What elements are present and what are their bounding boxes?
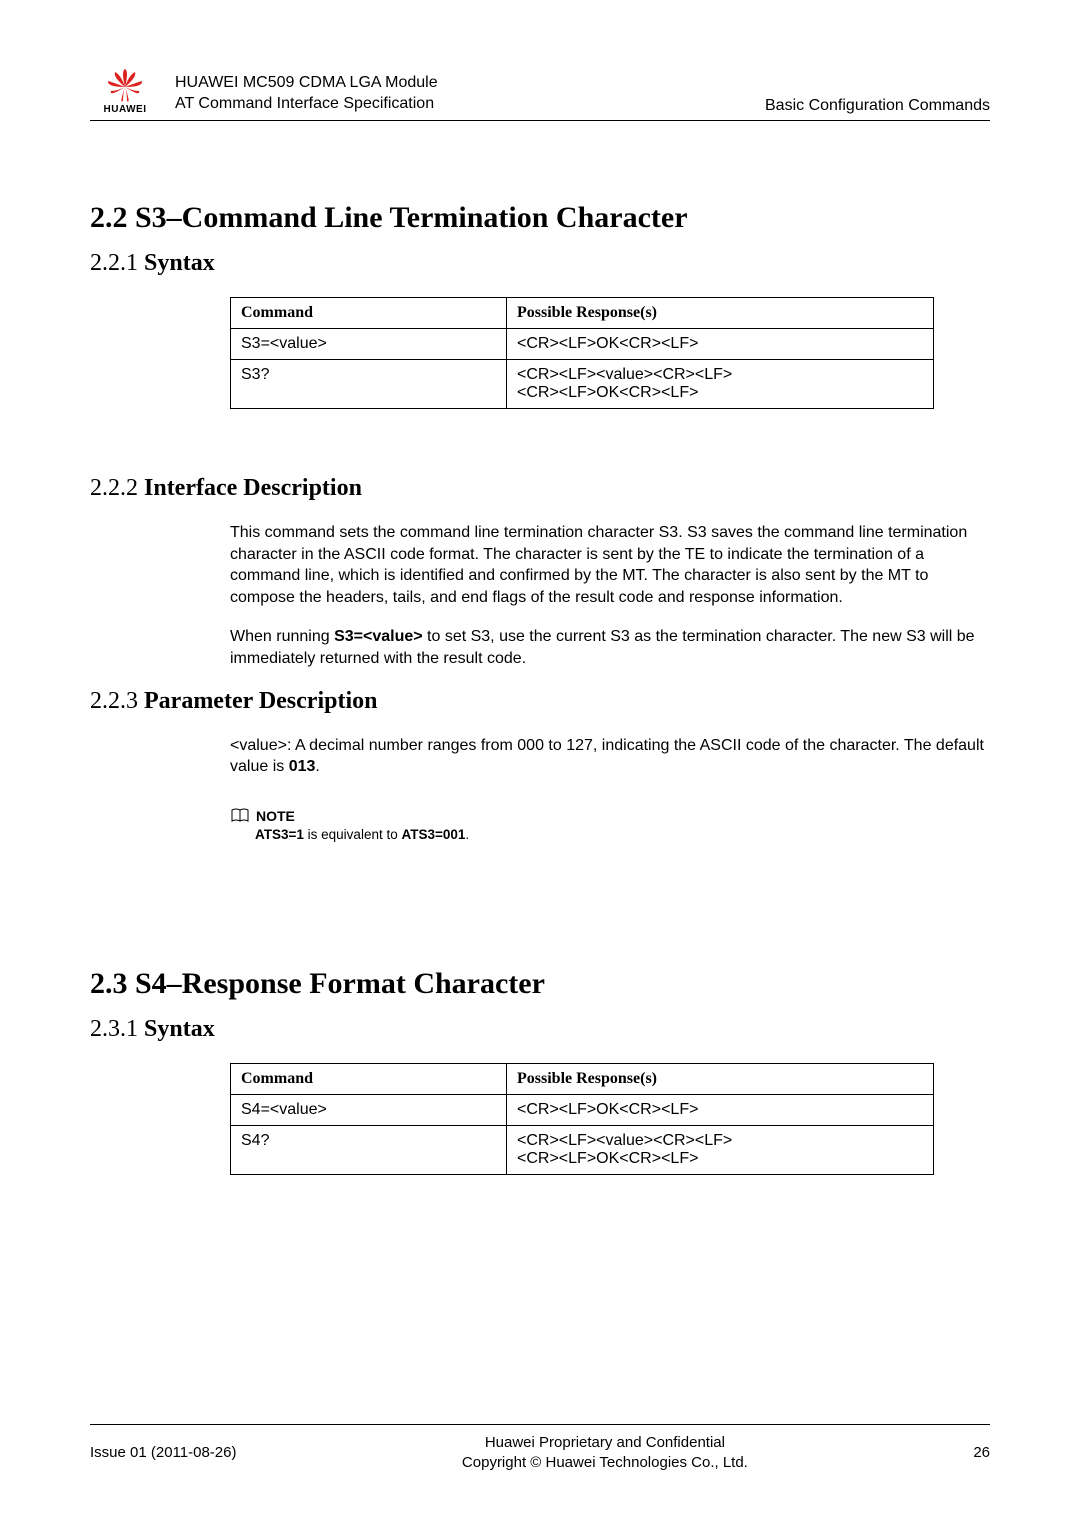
page-footer: Issue 01 (2011-08-26) Huawei Proprietary…	[90, 1424, 990, 1472]
cell-resp-s3-query: <CR><LF><value><CR><LF> <CR><LF>OK<CR><L…	[507, 360, 934, 409]
cell-cmd-s3-query: S3?	[231, 360, 507, 409]
th-responses: Possible Response(s)	[507, 298, 934, 329]
heading-2-2-1: 2.2.1 Syntax	[90, 250, 990, 277]
note-text: ATS3=1 is equivalent to ATS3=001.	[255, 827, 990, 842]
footer-page-number: 26	[973, 1444, 990, 1461]
table-s3-syntax: Command Possible Response(s) S3=<value> …	[230, 297, 934, 409]
page-header: HUAWEI HUAWEI MC509 CDMA LGA Module AT C…	[90, 60, 990, 121]
cell-cmd-s3-set: S3=<value>	[231, 329, 507, 360]
th-command: Command	[231, 1063, 507, 1094]
heading-2-2-3: 2.2.3 Parameter Description	[90, 688, 990, 715]
footer-issue: Issue 01 (2011-08-26)	[90, 1444, 236, 1461]
header-chapter: Basic Configuration Commands	[765, 97, 990, 115]
note-block: NOTE ATS3=1 is equivalent to ATS3=001.	[230, 808, 990, 842]
heading-2-3: 2.3 S4–Response Format Character	[90, 967, 990, 1001]
heading-2-2-2: 2.2.2 Interface Description	[90, 475, 990, 502]
th-command: Command	[231, 298, 507, 329]
p-param-desc: <value>: A decimal number ranges from 00…	[230, 735, 990, 778]
heading-2-3-1: 2.3.1 Syntax	[90, 1016, 990, 1043]
cell-cmd-s4-query: S4?	[231, 1125, 507, 1174]
heading-2-2: 2.2 S3–Command Line Termination Characte…	[90, 201, 990, 235]
huawei-petal-icon	[105, 69, 145, 104]
note-label: NOTE	[256, 808, 295, 824]
doc-title-line2: AT Command Interface Specification	[175, 94, 765, 115]
cell-cmd-s4-set: S4=<value>	[231, 1094, 507, 1125]
header-doc-title: HUAWEI MC509 CDMA LGA Module AT Command …	[175, 73, 765, 115]
p-interface-desc-2: When running S3=<value> to set S3, use t…	[230, 626, 990, 669]
footer-center: Huawei Proprietary and Confidential Copy…	[236, 1433, 973, 1472]
p-interface-desc-1: This command sets the command line termi…	[230, 522, 990, 608]
logo-label: HUAWEI	[104, 104, 147, 115]
th-responses: Possible Response(s)	[507, 1063, 934, 1094]
table-s4-syntax: Command Possible Response(s) S4=<value> …	[230, 1063, 934, 1175]
cell-resp-s4-set: <CR><LF>OK<CR><LF>	[507, 1094, 934, 1125]
huawei-logo: HUAWEI	[90, 60, 160, 115]
book-icon	[230, 808, 250, 824]
doc-title-line1: HUAWEI MC509 CDMA LGA Module	[175, 73, 765, 94]
cell-resp-s3-set: <CR><LF>OK<CR><LF>	[507, 329, 934, 360]
cell-resp-s4-query: <CR><LF><value><CR><LF> <CR><LF>OK<CR><L…	[507, 1125, 934, 1174]
